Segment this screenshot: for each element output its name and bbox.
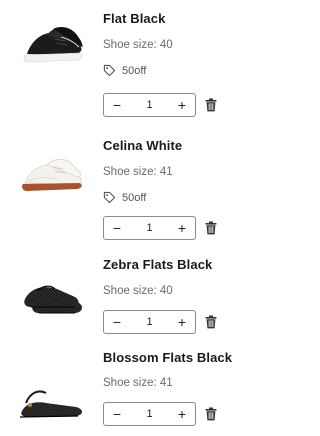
quantity-stepper: − 1 +	[103, 216, 196, 240]
discount-code: 50off	[122, 64, 147, 77]
remove-item-button[interactable]	[205, 221, 217, 235]
product-size: Shoe size: 41	[103, 166, 173, 178]
decrease-quantity-button[interactable]: −	[104, 217, 130, 239]
discount-badge: 50off	[103, 191, 146, 204]
increase-quantity-button[interactable]: +	[169, 403, 195, 425]
product-name[interactable]: Celina White	[103, 138, 182, 153]
product-name[interactable]: Blossom Flats Black	[103, 350, 232, 365]
product-image-celina-white[interactable]	[12, 150, 92, 200]
quantity-stepper: − 1 +	[103, 310, 196, 334]
quantity-value[interactable]: 1	[140, 316, 160, 328]
decrease-quantity-button[interactable]: −	[104, 403, 130, 425]
product-name[interactable]: Zebra Flats Black	[103, 257, 212, 272]
quantity-value[interactable]: 1	[140, 222, 160, 234]
trash-icon	[205, 315, 217, 329]
discount-badge: 50off	[103, 64, 146, 77]
product-size: Shoe size: 40	[103, 39, 173, 51]
quantity-stepper: − 1 +	[103, 402, 196, 426]
remove-item-button[interactable]	[205, 407, 217, 421]
black-mesh-flat-icon	[24, 285, 82, 314]
discount-code: 50off	[122, 191, 147, 204]
product-size: Shoe size: 40	[103, 285, 173, 297]
increase-quantity-button[interactable]: +	[169, 311, 195, 333]
product-image-zebra-flats-black[interactable]	[12, 270, 92, 320]
black-strap-flat-icon	[19, 390, 82, 418]
increase-quantity-button[interactable]: +	[169, 217, 195, 239]
trash-icon	[205, 221, 217, 235]
remove-item-button[interactable]	[205, 315, 217, 329]
white-sneaker-icon	[22, 159, 82, 191]
remove-item-button[interactable]	[205, 98, 217, 112]
trash-icon	[205, 407, 217, 421]
trash-icon	[205, 98, 217, 112]
decrease-quantity-button[interactable]: −	[104, 311, 130, 333]
product-size: Shoe size: 41	[103, 377, 173, 389]
quantity-value[interactable]: 1	[140, 408, 160, 420]
decrease-quantity-button[interactable]: −	[104, 94, 130, 116]
black-sneaker-icon	[23, 27, 83, 63]
product-image-blossom-flats-black[interactable]	[12, 378, 92, 428]
tag-icon	[103, 64, 116, 77]
increase-quantity-button[interactable]: +	[169, 94, 195, 116]
product-name[interactable]: Flat Black	[103, 11, 165, 26]
cart-list: Flat Black Shoe size: 40 50off − 1 + Cel…	[0, 0, 240, 436]
product-image-flat-black[interactable]	[12, 18, 92, 74]
tag-icon	[103, 191, 116, 204]
quantity-stepper: − 1 +	[103, 93, 196, 117]
quantity-value[interactable]: 1	[140, 99, 160, 111]
